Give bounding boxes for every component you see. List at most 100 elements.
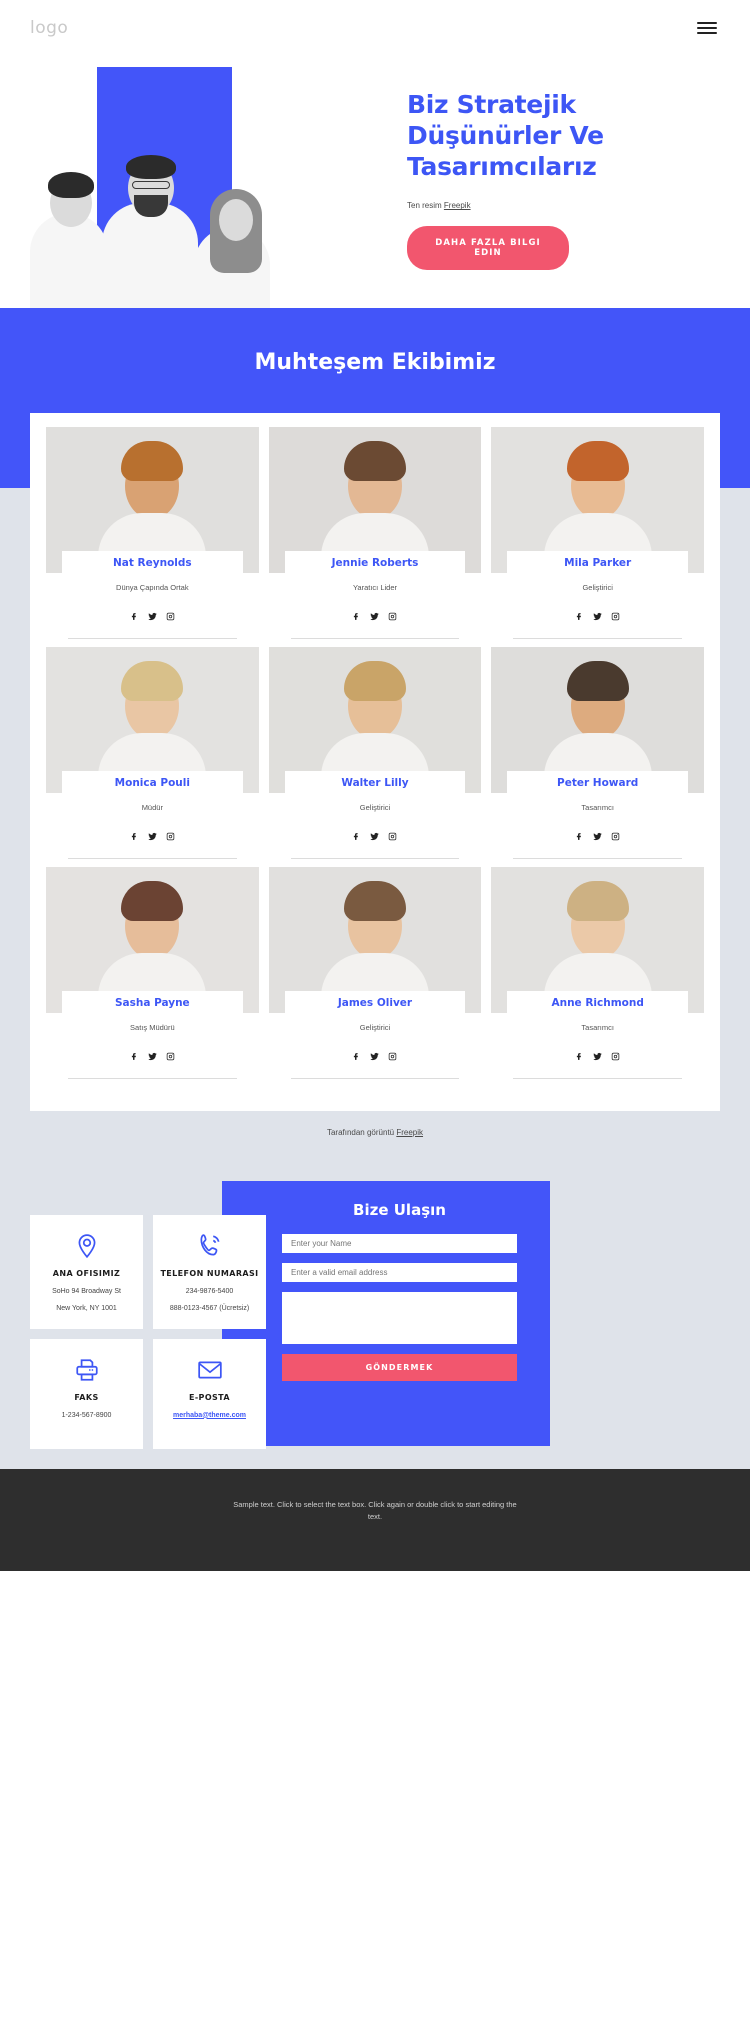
member-social-links [491,812,704,858]
member-name-plate: Walter Lilly [284,771,466,794]
instagram-icon[interactable] [166,828,175,846]
person-glasses [132,181,170,189]
team-member-card[interactable]: Walter Lilly Geliştirici [268,647,482,867]
hero-credit-link[interactable]: Freepik [444,201,471,210]
member-role: Geliştirici [359,1023,391,1032]
member-name: Monica Pouli [114,777,190,789]
location-pin-icon [36,1231,137,1261]
twitter-icon[interactable] [593,608,602,626]
twitter-icon[interactable] [370,828,380,846]
contact-info-line[interactable]: merhaba@theme.com [159,1411,260,1422]
member-divider [290,858,460,859]
twitter-icon[interactable] [370,1048,380,1066]
member-name-plate: Peter Howard [507,771,688,794]
facebook-icon[interactable] [575,828,584,846]
member-name: Peter Howard [557,777,639,789]
member-name: Nat Reynolds [113,557,192,569]
member-social-links [491,592,704,638]
person-body [102,203,198,308]
submit-button[interactable]: GÖNDERMEK [282,1354,517,1381]
name-input[interactable] [282,1234,517,1253]
member-divider [513,858,682,859]
logo[interactable]: logo [30,18,68,38]
instagram-icon[interactable] [388,608,397,626]
instagram-icon[interactable] [166,608,175,626]
member-name-plate: Jennie Roberts [284,551,466,574]
instagram-icon[interactable] [166,1048,175,1066]
contact-section: ANA OFISIMIZ SoHo 94 Broadway St New York,… [0,1137,750,1469]
hero-section: Biz Stratejik Düşünürler Ve Tasarımcılar… [0,55,750,308]
twitter-icon[interactable] [148,1048,157,1066]
contact-info-card: TELEFON NUMARASI 234-9876-5400 888-0123-45… [153,1215,266,1329]
team-member-card[interactable]: Monica Pouli Müdür [46,647,259,867]
member-name-plate: Nat Reynolds [62,551,243,574]
envelope-icon [159,1355,260,1385]
twitter-icon[interactable] [148,608,157,626]
facebook-icon[interactable] [130,828,139,846]
twitter-icon[interactable] [148,828,157,846]
member-role: Müdür [141,803,163,812]
printer-icon [36,1355,137,1385]
member-social-links [269,592,482,638]
member-role: Geliştirici [582,583,613,592]
contact-info-title: E-POSTA [188,1392,231,1402]
facebook-icon[interactable] [352,608,361,626]
facebook-icon[interactable] [130,608,139,626]
instagram-icon[interactable] [611,1048,620,1066]
instagram-icon[interactable] [388,828,397,846]
twitter-icon[interactable] [593,1048,602,1066]
team-card-panel: Nat Reynolds Dünya Çapında Ortak Jennie Ro… [30,413,720,1111]
member-name-plate: Anne Richmond [507,991,688,1014]
contact-form-title: Bize Ulaşın [353,1201,446,1219]
member-name-plate: James Oliver [284,991,466,1014]
member-name: Jennie Roberts [331,557,419,569]
learn-more-button[interactable]: DAHA FAZLA BILGI EDIN [407,226,569,271]
team-member-card[interactable]: Mila Parker Geliştirici [491,427,704,647]
facebook-icon[interactable] [130,1048,139,1066]
contact-info-grid: ANA OFISIMIZ SoHo 94 Broadway St New York,… [30,1215,266,1449]
twitter-icon[interactable] [370,608,380,626]
team-grid: Nat Reynolds Dünya Çapında Ortak Jennie Ro… [46,427,704,1087]
instagram-icon[interactable] [611,828,620,846]
team-member-card[interactable]: Peter Howard Tasarımcı [491,647,704,867]
hamburger-bar [697,26,717,29]
member-name-plate: Mila Parker [507,551,688,574]
member-social-links [269,812,482,858]
member-divider [290,1078,460,1079]
hamburger-icon[interactable] [697,19,717,37]
hamburger-bar [697,21,717,24]
member-social-links [491,1032,704,1078]
contact-info-line: 234-9876-5400 [185,1287,234,1295]
hero-team-photo [28,117,293,308]
instagram-icon[interactable] [388,1048,397,1066]
member-social-links [269,1032,482,1078]
member-social-links [46,592,259,638]
person-hair [48,172,94,198]
person-hair [126,155,176,179]
member-social-links [46,812,259,858]
facebook-icon[interactable] [575,1048,584,1066]
team-member-card[interactable]: Anne Richmond Tasarımcı [491,867,704,1087]
member-divider [513,638,682,639]
contact-info-line: 1-234-567-8900 [61,1411,112,1419]
message-input[interactable] [282,1292,517,1344]
site-footer: Sample text. Click to select the text bo… [0,1469,750,1571]
team-credit-prefix: Tarafından görüntü [326,1128,397,1137]
team-credit-link[interactable]: Freepik [396,1128,423,1137]
team-member-card[interactable]: James Oliver Geliştirici [268,867,482,1087]
twitter-icon[interactable] [593,828,602,846]
instagram-icon[interactable] [611,608,620,626]
member-role: Yaratıcı Lider [352,583,398,592]
facebook-icon[interactable] [352,828,361,846]
member-divider [68,1078,237,1079]
team-member-card[interactable]: Jennie Roberts Yaratıcı Lider [268,427,482,647]
hero-title-line-1: Biz Stratejik [407,90,576,119]
contact-info-title: FAKS [74,1392,99,1402]
footer-text: Sample text. Click to select the text bo… [233,1500,517,1522]
facebook-icon[interactable] [575,608,584,626]
email-input[interactable] [282,1263,517,1282]
facebook-icon[interactable] [352,1048,361,1066]
team-section: Muhteşem Ekibimiz Nat Reynolds Dünya Çapı… [0,308,750,1137]
team-member-card[interactable]: Sasha Payne Satış Müdürü [46,867,259,1087]
team-member-card[interactable]: Nat Reynolds Dünya Çapında Ortak [46,427,259,647]
